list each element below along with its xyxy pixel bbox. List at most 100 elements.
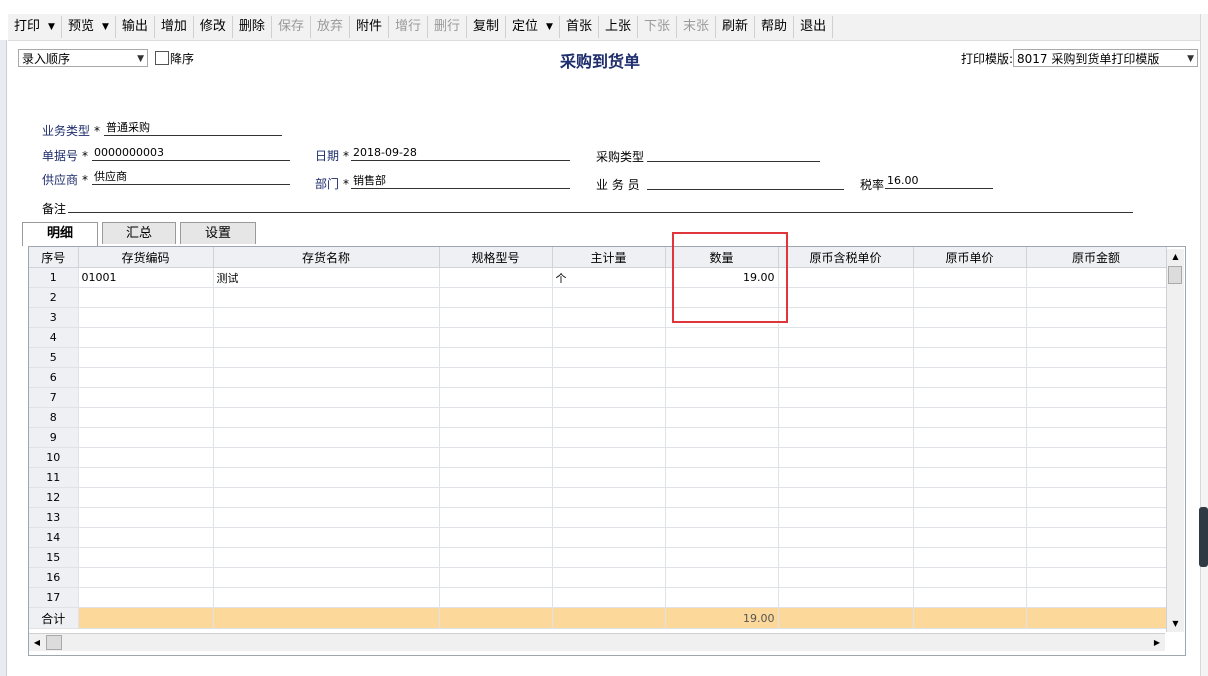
table-cell[interactable] xyxy=(439,287,553,308)
table-cell[interactable] xyxy=(213,487,440,508)
table-row[interactable]: 6 xyxy=(29,367,1167,388)
table-cell[interactable] xyxy=(439,547,553,568)
toolbar-button-13[interactable]: 首张 xyxy=(560,16,599,38)
table-cell[interactable] xyxy=(778,447,914,468)
table-cell[interactable] xyxy=(439,507,553,528)
table-row[interactable]: 5 xyxy=(29,347,1167,368)
table-cell[interactable] xyxy=(552,467,666,488)
table-cell[interactable] xyxy=(213,307,440,328)
table-cell[interactable] xyxy=(913,307,1027,328)
scroll-up-icon[interactable]: ▲ xyxy=(1167,249,1184,265)
table-cell[interactable] xyxy=(439,447,553,468)
scroll-left-icon[interactable]: ◀ xyxy=(29,634,45,651)
table-cell[interactable] xyxy=(1026,287,1167,308)
table-cell[interactable] xyxy=(1026,347,1167,368)
table-cell[interactable] xyxy=(778,587,914,608)
dropdown-arrow-icon[interactable]: ▼ xyxy=(48,16,55,38)
table-cell[interactable] xyxy=(913,427,1027,448)
tab-detail[interactable]: 明细 xyxy=(22,222,98,246)
table-cell[interactable] xyxy=(913,567,1027,588)
table-cell[interactable] xyxy=(439,527,553,548)
table-cell[interactable] xyxy=(665,587,779,608)
table-cell[interactable] xyxy=(213,527,440,548)
table-cell[interactable] xyxy=(552,567,666,588)
table-cell[interactable] xyxy=(665,427,779,448)
table-cell[interactable] xyxy=(439,567,553,588)
table-cell[interactable] xyxy=(778,287,914,308)
column-header[interactable]: 原币含税单价 xyxy=(778,247,914,268)
table-row[interactable]: 14 xyxy=(29,527,1167,548)
table-cell[interactable] xyxy=(1026,487,1167,508)
table-cell[interactable] xyxy=(439,487,553,508)
toolbar-button-3[interactable]: 增加 xyxy=(155,16,194,38)
table-cell[interactable] xyxy=(213,427,440,448)
toolbar-button-9[interactable]: 增行 xyxy=(389,16,428,38)
table-cell[interactable] xyxy=(665,327,779,348)
table-cell[interactable] xyxy=(439,587,553,608)
table-cell[interactable] xyxy=(1026,387,1167,408)
table-row[interactable]: 7 xyxy=(29,387,1167,408)
column-header[interactable]: 数量 xyxy=(665,247,779,268)
table-row[interactable]: 1 01001 测试 个 19.00 xyxy=(29,267,1167,288)
table-cell[interactable] xyxy=(439,367,553,388)
table-cell[interactable] xyxy=(552,547,666,568)
table-cell[interactable] xyxy=(665,487,779,508)
table-cell[interactable] xyxy=(552,507,666,528)
table-cell[interactable] xyxy=(1026,587,1167,608)
toolbar-button-4[interactable]: 修改 xyxy=(194,16,233,38)
table-cell[interactable] xyxy=(913,387,1027,408)
table-row[interactable]: 4 xyxy=(29,327,1167,348)
toolbar-button-17[interactable]: 刷新 xyxy=(716,16,756,38)
table-cell[interactable] xyxy=(439,387,553,408)
table-cell[interactable] xyxy=(1026,527,1167,548)
table-row[interactable]: 16 xyxy=(29,567,1167,588)
table-cell[interactable] xyxy=(552,367,666,388)
table-cell[interactable] xyxy=(665,527,779,548)
table-cell[interactable] xyxy=(552,347,666,368)
table-row[interactable]: 2 xyxy=(29,287,1167,308)
table-cell[interactable] xyxy=(913,507,1027,528)
table-cell[interactable] xyxy=(78,527,214,548)
table-cell[interactable] xyxy=(78,547,214,568)
table-cell[interactable] xyxy=(665,547,779,568)
table-cell[interactable] xyxy=(552,527,666,548)
table-cell[interactable] xyxy=(213,507,440,528)
table-row[interactable]: 15 xyxy=(29,547,1167,568)
toolbar-button-16[interactable]: 末张 xyxy=(677,16,717,38)
scroll-right-icon[interactable]: ▶ xyxy=(1149,634,1165,651)
table-cell[interactable] xyxy=(778,407,914,428)
date-field[interactable]: 2018-09-28 xyxy=(351,147,570,161)
table-cell[interactable] xyxy=(78,587,214,608)
table-cell[interactable] xyxy=(78,367,214,388)
table-cell[interactable] xyxy=(213,347,440,368)
table-cell[interactable] xyxy=(1026,567,1167,588)
table-cell[interactable] xyxy=(78,567,214,588)
table-cell[interactable] xyxy=(439,427,553,448)
toolbar-button-6[interactable]: 保存 xyxy=(272,16,311,38)
table-cell[interactable] xyxy=(552,307,666,328)
column-header[interactable]: 序号 xyxy=(29,247,79,268)
table-cell[interactable] xyxy=(913,367,1027,388)
table-cell[interactable] xyxy=(1026,307,1167,328)
table-cell[interactable] xyxy=(213,567,440,588)
table-cell[interactable] xyxy=(913,587,1027,608)
table-cell[interactable] xyxy=(913,487,1027,508)
table-cell[interactable]: 01001 xyxy=(78,267,214,288)
table-cell[interactable] xyxy=(439,407,553,428)
table-cell[interactable] xyxy=(913,467,1027,488)
table-cell[interactable] xyxy=(213,407,440,428)
tab-summary[interactable]: 汇总 xyxy=(102,222,176,244)
table-cell[interactable] xyxy=(78,287,214,308)
toolbar-button-12[interactable]: 定位 ▼ xyxy=(506,16,560,38)
table-cell[interactable] xyxy=(665,507,779,528)
table-cell[interactable] xyxy=(1026,367,1167,388)
table-cell[interactable] xyxy=(552,287,666,308)
table-cell[interactable] xyxy=(78,447,214,468)
table-cell[interactable] xyxy=(665,287,779,308)
table-cell[interactable] xyxy=(439,467,553,488)
table-row[interactable]: 17 xyxy=(29,587,1167,608)
column-header[interactable]: 主计量 xyxy=(552,247,666,268)
table-cell[interactable] xyxy=(213,367,440,388)
purchase-type-field[interactable] xyxy=(647,148,820,162)
table-cell[interactable] xyxy=(552,487,666,508)
